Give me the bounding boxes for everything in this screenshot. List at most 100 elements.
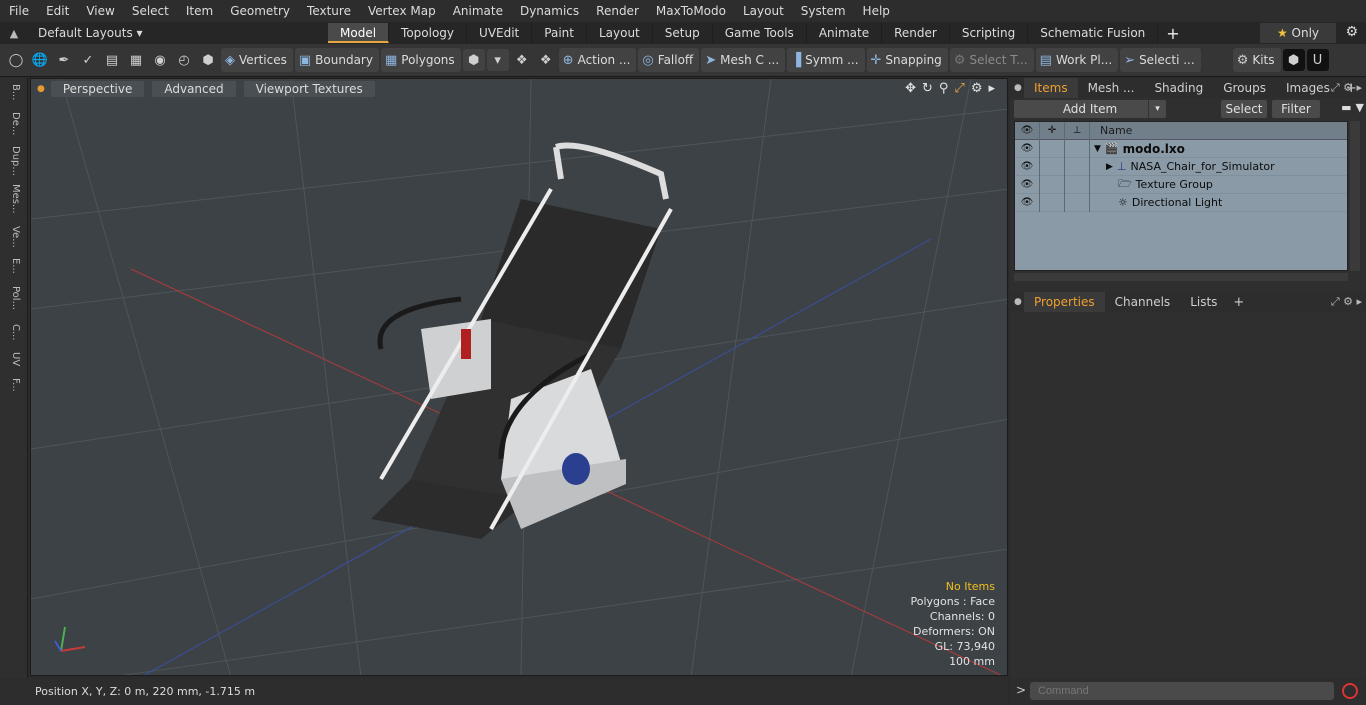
- menu-system[interactable]: System: [792, 0, 854, 22]
- menu-animate[interactable]: Animate: [444, 0, 511, 22]
- locator-column-icon[interactable]: ⊥: [1065, 122, 1090, 140]
- tab-items[interactable]: Items: [1024, 78, 1078, 98]
- tab-mesh[interactable]: Mesh ...: [1078, 78, 1145, 98]
- vtab-basic[interactable]: B...: [5, 84, 21, 106]
- add-props-tab-icon[interactable]: +: [1227, 295, 1250, 310]
- menu-vertex-map[interactable]: Vertex Map: [359, 0, 444, 22]
- add-item-dropdown-icon[interactable]: ▾: [1148, 100, 1166, 118]
- menu-file[interactable]: File: [0, 0, 37, 22]
- menu-view[interactable]: View: [77, 0, 122, 22]
- menu-texture[interactable]: Texture: [298, 0, 359, 22]
- viewport-expand-icon[interactable]: ▸: [988, 81, 995, 96]
- target-icon[interactable]: ◉: [149, 49, 171, 71]
- boundary-button[interactable]: ▣ Boundary: [294, 48, 379, 72]
- snapping-button[interactable]: ✛ Snapping: [866, 48, 948, 72]
- tab-shading[interactable]: Shading: [1144, 78, 1213, 98]
- falloff-button[interactable]: ◎ Falloff: [638, 48, 700, 72]
- symmetry-x-icon[interactable]: ❖: [511, 49, 533, 71]
- mesh-constraint-button[interactable]: ➤ Mesh C ...: [701, 48, 786, 72]
- action-center-button[interactable]: ⊕ Action ...: [558, 48, 637, 72]
- tab-setup[interactable]: Setup: [653, 23, 713, 43]
- eye-icon[interactable]: 👁: [1015, 175, 1040, 194]
- tab-channels[interactable]: Channels: [1105, 292, 1181, 312]
- vtab-duplicate[interactable]: Dup...: [5, 146, 21, 178]
- vtab-mesh-edit[interactable]: Mes...: [5, 184, 21, 218]
- collapse-icon[interactable]: ▬: [1341, 101, 1351, 114]
- item-list-scrollbar[interactable]: [1350, 121, 1360, 271]
- kits-button[interactable]: ⚙ Kits: [1232, 48, 1281, 72]
- list-item-texture-group[interactable]: 👁 🗁 Texture Group: [1015, 175, 1347, 194]
- list-item-mesh[interactable]: 👁 ▶ ⊥ NASA_Chair_for_Simulator: [1015, 157, 1347, 176]
- tab-scripting[interactable]: Scripting: [950, 23, 1029, 43]
- menu-dynamics[interactable]: Dynamics: [511, 0, 587, 22]
- perspective-button[interactable]: Perspective: [50, 81, 145, 97]
- 3d-viewport[interactable]: ● Perspective Advanced Viewport Textures…: [30, 78, 1008, 676]
- eye-icon[interactable]: 👁: [1015, 193, 1040, 212]
- lock-column-icon[interactable]: ✛: [1040, 122, 1065, 140]
- filter-button[interactable]: Filter: [1272, 100, 1320, 118]
- menu-edit[interactable]: Edit: [37, 0, 77, 22]
- menu-help[interactable]: Help: [854, 0, 898, 22]
- clock-icon[interactable]: ◴: [173, 49, 195, 71]
- viewport-textures-button[interactable]: Viewport Textures: [243, 81, 375, 97]
- tab-topology[interactable]: Topology: [389, 23, 468, 43]
- advanced-shading-button[interactable]: Advanced: [152, 81, 236, 97]
- fit-icon[interactable]: ⤢: [954, 81, 964, 96]
- eye-icon[interactable]: 👁: [1015, 139, 1040, 158]
- name-column-header[interactable]: Name: [1090, 124, 1132, 137]
- vtab-deform[interactable]: De...: [5, 112, 21, 140]
- items-mode-icon[interactable]: ⬢: [197, 49, 219, 71]
- symmetry-y-icon[interactable]: ❖: [535, 49, 557, 71]
- add-item-button[interactable]: Add Item ▾: [1014, 100, 1166, 118]
- rotate-icon[interactable]: ↻: [922, 81, 933, 96]
- tab-schematic-fusion[interactable]: Schematic Fusion: [1028, 23, 1159, 43]
- cube-icon[interactable]: ⬢: [1282, 49, 1305, 71]
- menu-item[interactable]: Item: [177, 0, 221, 22]
- globe-icon[interactable]: 🌐: [29, 49, 51, 71]
- dropdown-arrow-icon[interactable]: ▾: [486, 49, 509, 71]
- unreal-icon[interactable]: U: [1306, 49, 1329, 71]
- grid-snap-icon[interactable]: ▦: [125, 49, 147, 71]
- vtab-edge[interactable]: E...: [5, 258, 21, 280]
- visibility-column-icon[interactable]: 👁: [1015, 122, 1040, 140]
- gear-icon[interactable]: ⚙: [1345, 24, 1358, 40]
- tab-layout[interactable]: Layout: [587, 23, 653, 43]
- vtab-polygon[interactable]: Pol...: [5, 286, 21, 318]
- tab-properties[interactable]: Properties: [1024, 292, 1105, 312]
- tab-lists[interactable]: Lists: [1180, 292, 1227, 312]
- command-input[interactable]: [1030, 682, 1334, 700]
- layout-selector[interactable]: Default Layouts ▾: [28, 26, 328, 40]
- tab-paint[interactable]: Paint: [532, 23, 587, 43]
- collapsed-arrow-icon[interactable]: ▶: [1106, 162, 1113, 172]
- panel-controls-icon[interactable]: ⤢ ⚙ ▸: [1331, 81, 1362, 95]
- zoom-icon[interactable]: ⚲: [939, 81, 949, 96]
- menu-render[interactable]: Render: [587, 0, 647, 22]
- props-panel-controls-icon[interactable]: ⤢ ⚙ ▸: [1331, 295, 1362, 309]
- select-button[interactable]: Select: [1221, 100, 1267, 118]
- material-mode-icon[interactable]: ⬢: [462, 49, 485, 71]
- tab-groups[interactable]: Groups: [1213, 78, 1276, 98]
- list-item-light[interactable]: 👁 ☼ Directional Light: [1015, 193, 1347, 212]
- layout-toggle-icon[interactable]: ▲: [0, 27, 28, 40]
- symmetry-button[interactable]: ▐ Symm ...: [787, 48, 865, 72]
- only-toggle[interactable]: ★ Only: [1260, 23, 1336, 43]
- circle-select-icon[interactable]: ◯: [5, 49, 27, 71]
- vtab-vertex[interactable]: Ve...: [5, 226, 21, 252]
- tab-game-tools[interactable]: Game Tools: [713, 23, 807, 43]
- work-plane-button[interactable]: ▤ Work Pl...: [1035, 48, 1119, 72]
- vtab-uv[interactable]: UV: [5, 352, 21, 372]
- record-macro-icon[interactable]: [1342, 683, 1358, 699]
- vtab-curve[interactable]: C...: [5, 324, 21, 346]
- eye-icon[interactable]: 👁: [1015, 157, 1040, 176]
- tab-animate[interactable]: Animate: [807, 23, 883, 43]
- tab-render[interactable]: Render: [882, 23, 950, 43]
- list-item-scene[interactable]: 👁 ▼ 🎬 modo.lxo: [1015, 139, 1347, 158]
- pan-icon[interactable]: ✥: [905, 81, 916, 96]
- menu-select[interactable]: Select: [123, 0, 177, 22]
- selection-sets-button[interactable]: ➢ Selecti ...: [1120, 48, 1201, 72]
- brush-icon[interactable]: ✓: [77, 49, 99, 71]
- nasa-chair-model[interactable]: [371, 142, 673, 539]
- align-icon[interactable]: ▤: [101, 49, 123, 71]
- menu-maxtomodo[interactable]: MaxToModo: [647, 0, 734, 22]
- vtab-fusion[interactable]: F...: [5, 378, 21, 402]
